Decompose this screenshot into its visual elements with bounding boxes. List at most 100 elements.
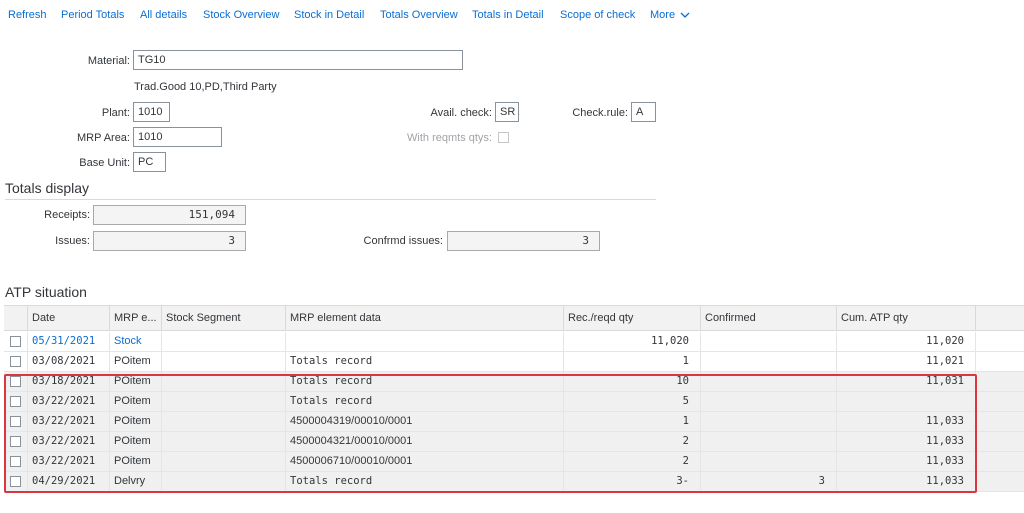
cell-rec-reqd-qty: 5	[564, 392, 701, 411]
avail-check-label: Avail. check:	[430, 107, 492, 119]
row-checkbox[interactable]	[10, 396, 21, 407]
mrp-area-field[interactable]: 1010	[133, 127, 222, 147]
issues-label: Issues:	[55, 235, 90, 247]
cell-confirmed: 3	[701, 472, 837, 491]
cell-cum-atp-qty: 11,033	[837, 432, 976, 451]
cell-mrp-element-data: Totals record	[286, 372, 564, 391]
cell-mrp-element: POitem	[110, 352, 162, 371]
table-row[interactable]: 04/29/2021 Delvry Totals record 3- 3 11,033	[4, 472, 1024, 492]
cell-stock-segment	[162, 472, 286, 491]
material-description: Trad.Good 10,PD,Third Party	[134, 81, 277, 93]
cell-mrp-element-data: Totals record	[286, 472, 564, 491]
material-field[interactable]: TG10	[133, 50, 463, 70]
column-header-mrp-element[interactable]: MRP e...	[110, 306, 162, 330]
cell-confirmed	[701, 332, 837, 351]
plant-label: Plant:	[101, 107, 130, 119]
row-checkbox[interactable]	[10, 436, 21, 447]
row-select-cell	[4, 412, 28, 431]
column-header-confirmed[interactable]: Confirmed	[701, 306, 837, 330]
table-row[interactable]: 03/22/2021 POitem 4500004319/00010/0001 1 11…	[4, 412, 1024, 432]
cell-mrp-element: POitem	[110, 412, 162, 431]
cell-cum-atp-qty: 11,021	[837, 352, 976, 371]
atp-table-header: Date MRP e... Stock Segment MRP element …	[4, 305, 1024, 331]
table-row[interactable]: 03/22/2021 POitem 4500004321/00010/0001 2 11…	[4, 432, 1024, 452]
with-reqmts-checkbox[interactable]	[498, 132, 509, 143]
cell-stock-segment	[162, 332, 286, 351]
row-select-cell	[4, 392, 28, 411]
cell-confirmed	[701, 372, 837, 391]
confirmed-issues-field: 3	[447, 231, 600, 251]
table-row[interactable]: 03/18/2021 POitem Totals record 10 11,031	[4, 372, 1024, 392]
cell-mrp-element-data: Totals record	[286, 392, 564, 411]
cell-mrp-element: POitem	[110, 432, 162, 451]
refresh-button[interactable]: Refresh	[8, 9, 47, 21]
cell-mrp-element-data	[286, 332, 564, 351]
cell-mrp-element: Delvry	[110, 472, 162, 491]
stock-overview-button[interactable]: Stock Overview	[203, 9, 279, 21]
row-checkbox[interactable]	[10, 336, 21, 347]
totals-in-detail-button[interactable]: Totals in Detail	[472, 9, 544, 21]
column-header-stock-segment[interactable]: Stock Segment	[162, 306, 286, 330]
cell-stock-segment	[162, 412, 286, 431]
row-checkbox[interactable]	[10, 356, 21, 367]
table-row[interactable]: 03/08/2021 POitem Totals record 1 11,021	[4, 352, 1024, 372]
row-checkbox[interactable]	[10, 456, 21, 467]
cell-mrp-element: POitem	[110, 372, 162, 391]
cell-mrp-element[interactable]: Stock	[110, 332, 162, 351]
table-row[interactable]: 03/22/2021 POitem Totals record 5	[4, 392, 1024, 412]
mrp-area-label: MRP Area:	[77, 132, 130, 144]
row-checkbox[interactable]	[10, 416, 21, 427]
cell-confirmed	[701, 432, 837, 451]
column-header-rec-reqd-qty[interactable]: Rec./reqd qty	[564, 306, 701, 330]
row-checkbox[interactable]	[10, 376, 21, 387]
cell-stock-segment	[162, 452, 286, 471]
cell-date: 03/22/2021	[28, 432, 110, 451]
totals-divider	[5, 199, 656, 200]
cell-mrp-element: POitem	[110, 392, 162, 411]
cell-rec-reqd-qty: 1	[564, 412, 701, 431]
column-header-cum-atp-qty[interactable]: Cum. ATP qty	[837, 306, 976, 330]
receipts-field: 151,094	[93, 205, 246, 225]
cell-stock-segment	[162, 372, 286, 391]
cell-rec-reqd-qty: 11,020	[564, 332, 701, 351]
cell-cum-atp-qty: 11,031	[837, 372, 976, 391]
cell-date: 03/08/2021	[28, 352, 110, 371]
period-totals-button[interactable]: Period Totals	[61, 9, 124, 21]
check-rule-field[interactable]: A	[631, 102, 656, 122]
avail-check-field[interactable]: SR	[495, 102, 519, 122]
stock-in-detail-button[interactable]: Stock in Detail	[294, 9, 364, 21]
more-button[interactable]: More	[650, 9, 690, 21]
cell-mrp-element: POitem	[110, 452, 162, 471]
cell-cum-atp-qty: 11,020	[837, 332, 976, 351]
confirmed-issues-label: Confrmd issues:	[363, 235, 443, 247]
chevron-down-icon	[680, 12, 690, 18]
all-details-button[interactable]: All details	[140, 9, 187, 21]
totals-overview-button[interactable]: Totals Overview	[380, 9, 458, 21]
with-reqmts-label: With reqmts qtys:	[407, 132, 492, 144]
cell-date: 04/29/2021	[28, 472, 110, 491]
cell-date: 03/22/2021	[28, 392, 110, 411]
totals-display-title: Totals display	[5, 180, 90, 196]
cell-cum-atp-qty: 11,033	[837, 452, 976, 471]
cell-mrp-element-data: Totals record	[286, 352, 564, 371]
scope-of-check-button[interactable]: Scope of check	[560, 9, 635, 21]
table-row[interactable]: 03/22/2021 POitem 4500006710/00010/0001 2 11…	[4, 452, 1024, 472]
cell-mrp-element-data: 4500004321/00010/0001	[286, 432, 564, 451]
cell-date[interactable]: 05/31/2021	[28, 332, 110, 351]
base-unit-field[interactable]: PC	[133, 152, 166, 172]
base-unit-label: Base Unit:	[79, 157, 130, 169]
issues-field: 3	[93, 231, 246, 251]
cell-confirmed	[701, 352, 837, 371]
select-all-header[interactable]	[4, 306, 28, 330]
cell-cum-atp-qty: 11,033	[837, 412, 976, 431]
row-select-cell	[4, 432, 28, 451]
cell-rec-reqd-qty: 3-	[564, 472, 701, 491]
cell-stock-segment	[162, 392, 286, 411]
row-checkbox[interactable]	[10, 476, 21, 487]
plant-field[interactable]: 1010	[133, 102, 170, 122]
table-row[interactable]: 05/31/2021 Stock 11,020 11,020	[4, 332, 1024, 352]
cell-confirmed	[701, 452, 837, 471]
cell-stock-segment	[162, 432, 286, 451]
column-header-date[interactable]: Date	[28, 306, 110, 330]
column-header-mrp-element-data[interactable]: MRP element data	[286, 306, 564, 330]
